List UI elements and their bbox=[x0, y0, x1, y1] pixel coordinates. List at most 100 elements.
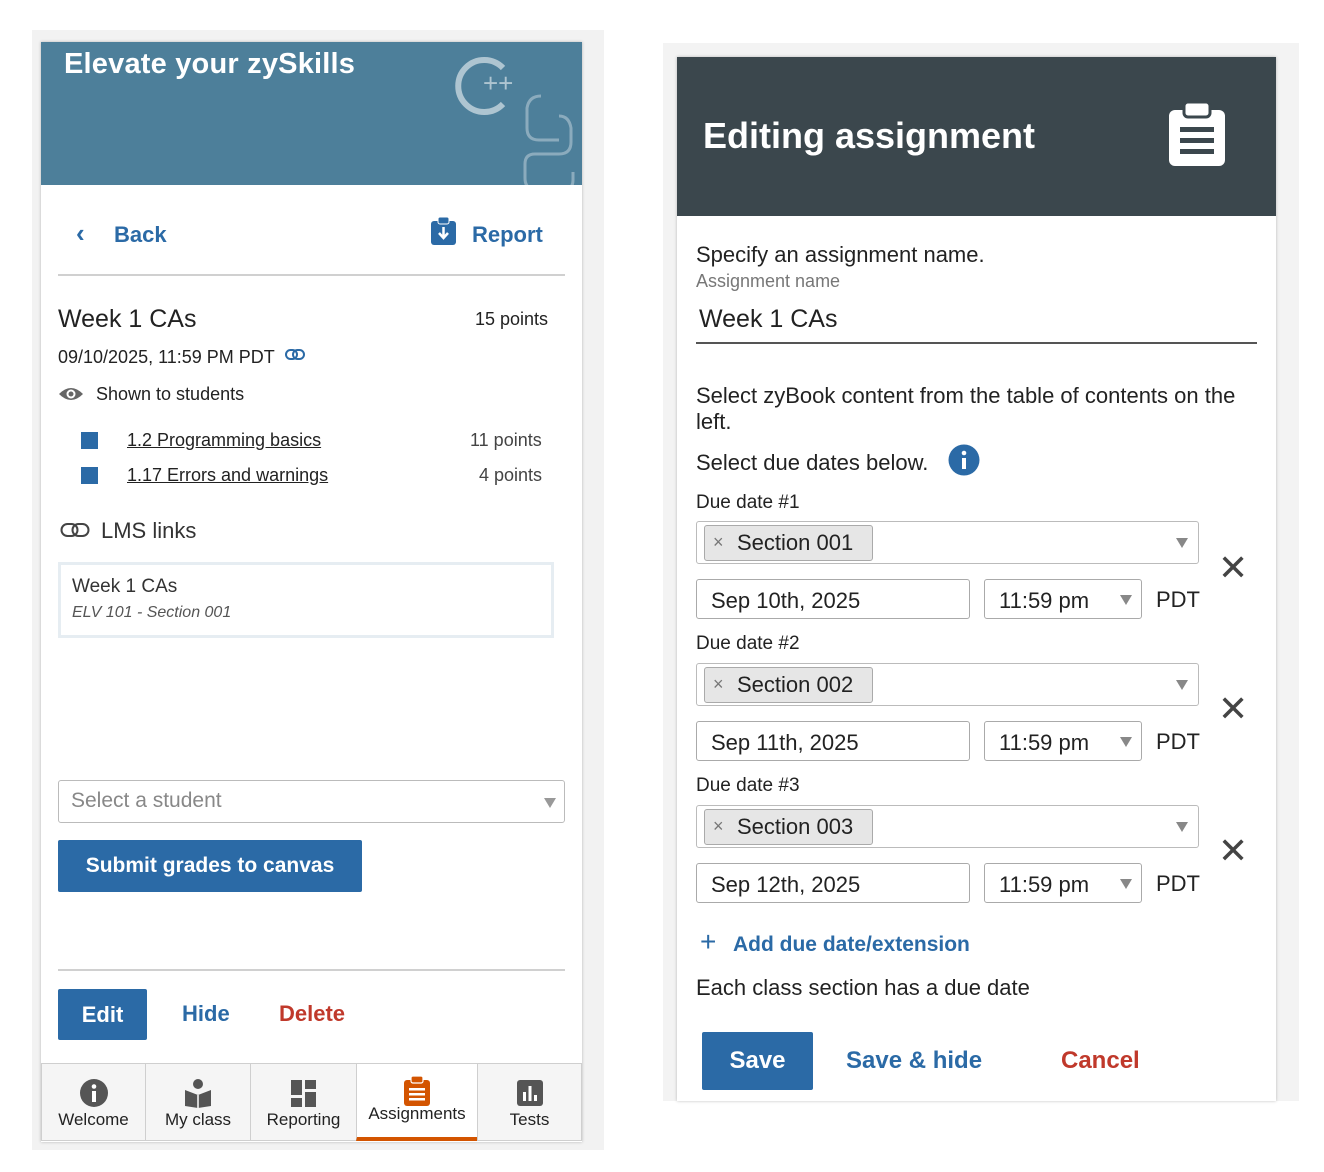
tab-label: Welcome bbox=[58, 1110, 129, 1129]
due-date-value: Sep 12th, 2025 bbox=[711, 872, 861, 897]
chevron-down-icon bbox=[1120, 879, 1132, 889]
back-button[interactable]: Back bbox=[114, 222, 167, 248]
remove-due-date-icon[interactable]: ✕ bbox=[1218, 550, 1248, 586]
section-multiselect[interactable]: × Section 003 bbox=[696, 805, 1199, 848]
due-date-value: Sep 11th, 2025 bbox=[711, 730, 859, 755]
cpp-python-logo-icon: ++ bbox=[455, 57, 575, 185]
chevron-down-icon bbox=[1176, 822, 1188, 832]
section-note: Each class section has a due date bbox=[696, 975, 1030, 1000]
edit-button[interactable]: Edit bbox=[58, 989, 147, 1040]
assignment-points: 15 points bbox=[475, 309, 549, 329]
remove-chip-icon[interactable]: × bbox=[713, 816, 724, 837]
due-date-input[interactable]: Sep 10th, 2025 bbox=[696, 579, 970, 619]
link-icon bbox=[60, 523, 90, 537]
due-time-value: 11:59 pm bbox=[999, 588, 1090, 613]
due-date-input[interactable]: Sep 12th, 2025 bbox=[696, 863, 970, 903]
section-chip[interactable]: × Section 003 bbox=[704, 809, 873, 845]
book-icon bbox=[81, 432, 98, 449]
due-date-label: Due date #2 bbox=[696, 633, 800, 654]
section-multiselect[interactable]: × Section 001 bbox=[696, 521, 1199, 564]
section-multiselect[interactable]: × Section 002 bbox=[696, 663, 1199, 706]
section-link[interactable]: 1.2 Programming basics bbox=[127, 430, 321, 451]
edit-header: Editing assignment bbox=[677, 57, 1276, 216]
zyskills-banner: Elevate your zySkills ++ bbox=[41, 42, 582, 185]
timezone-label: PDT bbox=[1156, 729, 1200, 754]
assignment-name-input[interactable]: Week 1 CAs bbox=[696, 298, 1257, 344]
delete-button[interactable]: Delete bbox=[279, 1001, 345, 1027]
report-button[interactable]: Report bbox=[472, 222, 543, 248]
plus-icon: + bbox=[700, 926, 717, 957]
visibility-status: Shown to students bbox=[96, 384, 245, 404]
remove-due-date-icon[interactable]: ✕ bbox=[1218, 833, 1248, 869]
banner-title: Elevate your zySkills bbox=[64, 48, 356, 80]
class-icon bbox=[185, 1079, 211, 1108]
hide-button[interactable]: Hide bbox=[182, 1001, 230, 1027]
info-icon bbox=[79, 1079, 108, 1107]
report-download-icon bbox=[431, 216, 456, 245]
assignment-name-value: Week 1 CAs bbox=[699, 305, 838, 333]
tab-label: Tests bbox=[509, 1110, 550, 1129]
due-prompt: Select due dates below. bbox=[696, 450, 929, 475]
tab-label: Reporting bbox=[266, 1110, 341, 1129]
chevron-down-icon bbox=[1176, 538, 1188, 548]
divider bbox=[58, 274, 565, 276]
tab-label: Assignments bbox=[368, 1104, 466, 1123]
cancel-button[interactable]: Cancel bbox=[1061, 1047, 1140, 1075]
due-date-value: Sep 10th, 2025 bbox=[711, 588, 861, 613]
tab-welcome[interactable]: Welcome bbox=[41, 1063, 146, 1141]
section-chip[interactable]: × Section 001 bbox=[704, 525, 873, 561]
timezone-label: PDT bbox=[1156, 871, 1200, 896]
info-icon[interactable] bbox=[948, 444, 980, 476]
svg-text:++: ++ bbox=[483, 68, 513, 98]
section-chip-label: Section 001 bbox=[737, 530, 854, 555]
remove-chip-icon[interactable]: × bbox=[713, 532, 724, 553]
book-icon bbox=[81, 467, 98, 484]
timezone-label: PDT bbox=[1156, 587, 1200, 612]
due-date-input[interactable]: Sep 11th, 2025 bbox=[696, 721, 970, 761]
student-select-placeholder: Select a student bbox=[71, 789, 222, 812]
chevron-down-icon bbox=[1120, 737, 1132, 747]
student-select[interactable]: Select a student bbox=[58, 780, 565, 823]
submit-grades-button[interactable]: Submit grades to canvas bbox=[58, 840, 362, 892]
tab-my-class[interactable]: My class bbox=[145, 1063, 251, 1141]
edit-header-title: Editing assignment bbox=[703, 115, 1036, 156]
chevron-down-icon bbox=[1176, 680, 1188, 690]
save-hide-button[interactable]: Save & hide bbox=[846, 1047, 982, 1075]
due-date-label: Due date #3 bbox=[696, 775, 800, 796]
section-chip-label: Section 003 bbox=[737, 814, 854, 839]
lms-link-title: Week 1 CAs bbox=[72, 576, 178, 597]
remove-due-date-icon[interactable]: ✕ bbox=[1218, 691, 1248, 727]
due-time-value: 11:59 pm bbox=[999, 730, 1090, 755]
chart-icon bbox=[516, 1080, 543, 1106]
section-link[interactable]: 1.17 Errors and warnings bbox=[127, 465, 328, 486]
due-date-label: Due date #1 bbox=[696, 492, 800, 513]
tab-tests[interactable]: Tests bbox=[477, 1063, 582, 1141]
content-prompt: Select zyBook content from the table of … bbox=[696, 383, 1236, 434]
due-time-select[interactable]: 11:59 pm bbox=[984, 579, 1142, 619]
due-time-select[interactable]: 11:59 pm bbox=[984, 721, 1142, 761]
tab-reporting[interactable]: Reporting bbox=[250, 1063, 357, 1141]
tab-assignments[interactable]: Assignments bbox=[356, 1063, 478, 1141]
due-time-value: 11:59 pm bbox=[999, 872, 1090, 897]
tab-label: My class bbox=[164, 1110, 232, 1129]
save-button[interactable]: Save bbox=[702, 1032, 813, 1090]
lms-link-card[interactable]: Week 1 CAs ELV 101 - Section 001 bbox=[58, 562, 554, 638]
remove-chip-icon[interactable]: × bbox=[713, 674, 724, 695]
chevron-down-icon bbox=[1120, 595, 1132, 605]
section-points: 11 points bbox=[470, 430, 542, 450]
divider bbox=[58, 969, 565, 971]
section-points: 4 points bbox=[479, 465, 543, 485]
due-time-select[interactable]: 11:59 pm bbox=[984, 863, 1142, 903]
lms-link-subtitle: ELV 101 - Section 001 bbox=[72, 604, 232, 621]
assignment-title: Week 1 CAs bbox=[58, 305, 197, 333]
section-chip[interactable]: × Section 002 bbox=[704, 667, 873, 703]
add-due-date-button[interactable]: Add due date/extension bbox=[733, 933, 970, 957]
eye-icon bbox=[59, 388, 83, 400]
dashboard-icon bbox=[290, 1080, 316, 1107]
chevron-down-icon bbox=[544, 798, 556, 808]
link-icon[interactable] bbox=[285, 349, 305, 361]
lms-links-heading: LMS links bbox=[101, 518, 197, 543]
name-prompt: Specify an assignment name. bbox=[696, 242, 985, 267]
section-chip-label: Section 002 bbox=[737, 672, 854, 697]
clipboard-icon bbox=[404, 1075, 430, 1106]
